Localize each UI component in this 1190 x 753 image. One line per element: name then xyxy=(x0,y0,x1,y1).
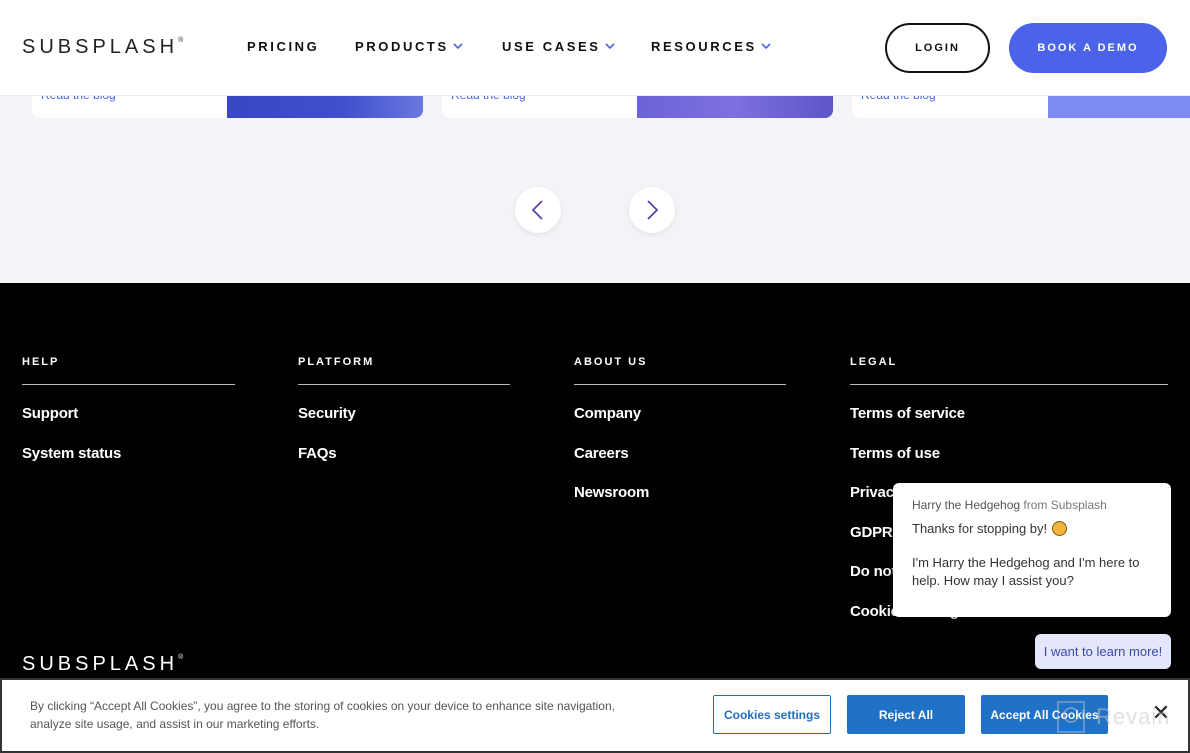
cookie-consent-banner: By clicking “Accept All Cookies”, you ag… xyxy=(0,678,1190,753)
site-header: SUBSPLASH® PRICING PRODUCTS USE CASES RE… xyxy=(0,0,1190,96)
chat-sender-from: from Subsplash xyxy=(1023,498,1107,512)
chevron-right-icon xyxy=(647,200,659,220)
footer-link-security[interactable]: Security xyxy=(298,405,510,445)
chevron-down-icon xyxy=(453,43,463,50)
chat-sender: Harry the Hedgehog from Subsplash xyxy=(912,498,1152,512)
nav-label: PRICING xyxy=(247,39,320,54)
footer-logo[interactable]: SUBSPLASH® xyxy=(22,653,183,676)
close-icon[interactable]: ✕ xyxy=(1150,702,1172,724)
chevron-down-icon xyxy=(604,43,615,50)
nav-pricing[interactable]: PRICING xyxy=(247,39,319,54)
cookie-consent-text: By clicking “Accept All Cookies”, you ag… xyxy=(30,699,615,731)
footer-link-system-status[interactable]: System status xyxy=(22,445,235,485)
footer-link-faqs[interactable]: FAQs xyxy=(298,445,510,485)
chat-sender-name: Harry the Hedgehog xyxy=(912,498,1021,512)
waving-hand-icon xyxy=(1052,521,1068,536)
registered-mark: ® xyxy=(178,37,184,45)
nav-label: PRODUCTS xyxy=(355,39,449,54)
footer-column-help: HELP Support System status xyxy=(22,356,235,484)
logo-text: SUBSPLASH xyxy=(22,653,179,675)
nav-resources[interactable]: RESOURCES xyxy=(651,39,771,54)
footer-column-title: HELP xyxy=(22,356,235,385)
logo-text: SUBSPLASH xyxy=(22,36,179,58)
footer-link-careers[interactable]: Careers xyxy=(574,445,786,485)
footer-link-terms-of-service[interactable]: Terms of service xyxy=(850,405,1168,445)
footer-column-about-us: ABOUT US Company Careers Newsroom xyxy=(574,356,786,524)
footer-link-newsroom[interactable]: Newsroom xyxy=(574,484,786,524)
chat-message-bubble[interactable]: Harry the Hedgehog from Subsplash Thanks… xyxy=(893,483,1171,617)
footer-column-title: PLATFORM xyxy=(298,356,510,385)
carousel-next-button[interactable] xyxy=(629,187,675,233)
cookies-settings-button[interactable]: Cookies settings xyxy=(713,695,831,734)
footer-column-platform: PLATFORM Security FAQs xyxy=(298,356,510,484)
footer-link-terms-of-use[interactable]: Terms of use xyxy=(850,445,1168,485)
chat-greeting-text: Thanks for stopping by! xyxy=(912,521,1048,536)
chevron-left-icon xyxy=(531,200,543,220)
registered-mark: ® xyxy=(178,654,184,662)
nav-label: USE CASES xyxy=(502,39,601,54)
chat-greeting: Thanks for stopping by! xyxy=(912,521,1152,536)
footer-link-company[interactable]: Company xyxy=(574,405,786,445)
book-demo-button[interactable]: BOOK A DEMO xyxy=(1009,23,1167,73)
accept-all-cookies-button[interactable]: Accept All Cookies xyxy=(981,695,1108,734)
footer-column-title: ABOUT US xyxy=(574,356,786,385)
reject-all-button[interactable]: Reject All xyxy=(847,695,965,734)
chat-message-text: I'm Harry the Hedgehog and I'm here to h… xyxy=(912,555,1140,588)
chat-quick-reply-button[interactable]: I want to learn more! xyxy=(1035,634,1171,669)
footer-link-support[interactable]: Support xyxy=(22,405,235,445)
footer-column-title: LEGAL xyxy=(850,356,1168,385)
subsplash-logo[interactable]: SUBSPLASH® xyxy=(22,36,183,59)
carousel-prev-button[interactable] xyxy=(515,187,561,233)
login-button[interactable]: LOGIN xyxy=(885,23,990,73)
nav-use-cases[interactable]: USE CASES xyxy=(502,39,615,54)
nav-products[interactable]: PRODUCTS xyxy=(355,39,463,54)
nav-label: RESOURCES xyxy=(651,39,757,54)
chevron-down-icon xyxy=(761,43,771,50)
